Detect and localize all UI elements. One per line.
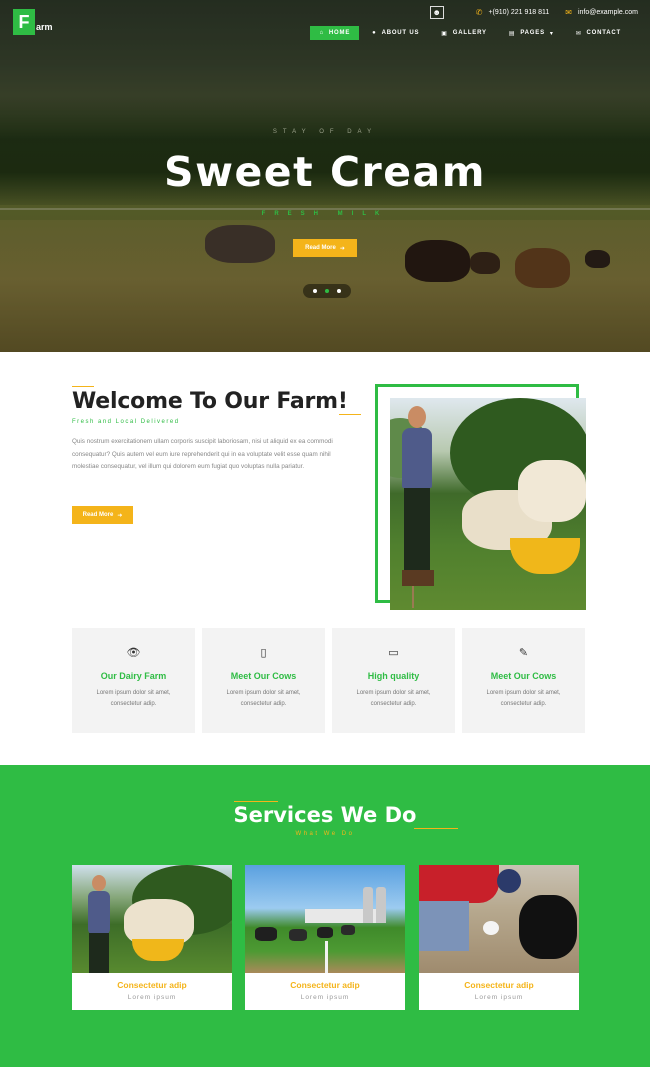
feature-desc: Lorem ipsum dolor sit amet, consectetur … bbox=[356, 690, 431, 707]
site-logo[interactable]: F arm bbox=[13, 9, 53, 35]
photo-cow bbox=[518, 460, 586, 522]
nav-item-about[interactable]: ● ABOUT US bbox=[363, 26, 428, 40]
feature-desc: Lorem ipsum dolor sit amet, consectetur … bbox=[486, 690, 561, 707]
top-bar: ☻ ✆ +(910) 221 918 811 ✉ info@example.co… bbox=[429, 6, 638, 19]
feature-card[interactable]: ▭ High quality Lorem ipsum dolor sit ame… bbox=[332, 628, 455, 733]
photo-farmer bbox=[404, 486, 430, 578]
button-label: Read More bbox=[82, 512, 114, 518]
service-card[interactable]: Consectetur adip Lorem ipsum bbox=[419, 865, 579, 1010]
arrow-right-icon: ➜ bbox=[117, 512, 123, 519]
photo-feeder bbox=[510, 538, 580, 574]
service-desc: Lorem ipsum bbox=[300, 994, 350, 1001]
photo-farmer bbox=[408, 406, 426, 428]
eye-icon: 👁 bbox=[126, 647, 141, 659]
hero-title: Sweet Cream bbox=[164, 148, 486, 196]
edit-icon: ✎ bbox=[518, 647, 529, 659]
service-title: Consectetur adip bbox=[290, 980, 360, 990]
feature-card[interactable]: ▯ Meet Our Cows Lorem ipsum dolor sit am… bbox=[202, 628, 325, 733]
services-title: Services We Do bbox=[233, 803, 417, 827]
title-accent-line bbox=[414, 828, 458, 829]
feature-card[interactable]: 👁 Our Dairy Farm Lorem ipsum dolor sit a… bbox=[72, 628, 195, 733]
feature-desc: Lorem ipsum dolor sit amet, consectetur … bbox=[226, 690, 301, 707]
slider-dot[interactable] bbox=[337, 289, 341, 293]
service-card[interactable]: Consectetur adip Lorem ipsum bbox=[72, 865, 232, 1010]
email-info[interactable]: ✉ info@example.com bbox=[565, 8, 638, 17]
tablet-icon: ▯ bbox=[260, 647, 267, 659]
logo-text: arm bbox=[36, 22, 53, 32]
photo-farmer bbox=[402, 570, 434, 586]
arrow-right-icon: ➜ bbox=[339, 245, 345, 252]
feature-title: Our Dairy Farm bbox=[100, 671, 167, 681]
welcome-body: Quis nostrum exercitationem ullam corpor… bbox=[72, 438, 333, 471]
feature-desc: Lorem ipsum dolor sit amet, consectetur … bbox=[96, 690, 171, 707]
service-card[interactable]: Consectetur adip Lorem ipsum bbox=[245, 865, 405, 1010]
services-section: Services We Do What We Do Consectetur ad… bbox=[0, 765, 650, 1067]
service-title: Consectetur adip bbox=[464, 980, 534, 990]
nav-item-home[interactable]: ⌂ HOME bbox=[310, 26, 360, 40]
feature-card[interactable]: ✎ Meet Our Cows Lorem ipsum dolor sit am… bbox=[462, 628, 585, 733]
service-title: Consectetur adip bbox=[117, 980, 187, 990]
photo-farmer bbox=[402, 428, 432, 488]
nav-item-pages[interactable]: ▤ PAGES ▾ bbox=[500, 26, 563, 40]
title-accent-line bbox=[339, 414, 361, 415]
file-icon: ▤ bbox=[508, 30, 516, 37]
main-nav: ⌂ HOME ● ABOUT US ▣ GALLERY ▤ PAGES ▾ ✉ … bbox=[310, 26, 630, 40]
hero-read-more-button[interactable]: Read More ➜ bbox=[293, 239, 357, 257]
welcome-read-more-button[interactable]: Read More ➜ bbox=[72, 506, 133, 524]
home-icon: ⌂ bbox=[319, 30, 324, 36]
hero-slider: F arm ☻ ✆ +(910) 221 918 811 ✉ info@exam… bbox=[0, 0, 650, 352]
service-image bbox=[419, 865, 579, 973]
eraser-icon: ▭ bbox=[388, 647, 399, 659]
slider-dots bbox=[303, 284, 351, 298]
image-icon: ▣ bbox=[441, 30, 448, 37]
phone-number: +(910) 221 918 811 bbox=[488, 9, 550, 16]
welcome-title: Welcome To Our Farm! bbox=[72, 389, 348, 414]
slider-dot[interactable] bbox=[313, 289, 317, 293]
service-image bbox=[72, 865, 232, 973]
hero-subtitle: FRESH MILK bbox=[261, 211, 389, 217]
nav-label: GALLERY bbox=[452, 30, 487, 36]
nav-item-contact[interactable]: ✉ CONTACT bbox=[567, 26, 630, 40]
phone-icon: ✆ bbox=[475, 8, 483, 17]
slider-dot-active[interactable] bbox=[325, 289, 329, 293]
nav-label: PAGES bbox=[520, 30, 545, 36]
nav-label: ABOUT US bbox=[381, 30, 420, 36]
envelope-icon: ✉ bbox=[565, 8, 572, 17]
user-circle-icon: ● bbox=[372, 30, 377, 36]
welcome-subtitle: Fresh and Local Delivered bbox=[72, 419, 180, 425]
envelope-icon: ✉ bbox=[575, 30, 582, 37]
service-desc: Lorem ipsum bbox=[127, 994, 177, 1001]
nav-label: CONTACT bbox=[586, 30, 621, 36]
phone-info: ✆ +(910) 221 918 811 bbox=[476, 8, 550, 17]
email-address: info@example.com bbox=[577, 9, 638, 16]
nav-label: HOME bbox=[328, 30, 351, 36]
hero-tagline: STAY OF DAY bbox=[272, 129, 378, 135]
feature-title: High quality bbox=[367, 671, 420, 681]
feature-title: Meet Our Cows bbox=[490, 671, 557, 681]
logo-letter: F bbox=[13, 9, 35, 35]
caret-down-icon: ▾ bbox=[549, 30, 554, 37]
services-subtitle: What We Do bbox=[295, 831, 355, 837]
nav-item-gallery[interactable]: ▣ GALLERY bbox=[432, 26, 496, 40]
service-image bbox=[245, 865, 405, 973]
title-accent-line bbox=[72, 386, 94, 387]
button-label: Read More bbox=[305, 245, 336, 251]
farmer-photo bbox=[390, 398, 586, 610]
user-icon[interactable]: ☻ bbox=[429, 6, 444, 19]
feature-title: Meet Our Cows bbox=[230, 671, 297, 681]
service-desc: Lorem ipsum bbox=[474, 994, 524, 1001]
title-accent-line bbox=[234, 801, 278, 802]
